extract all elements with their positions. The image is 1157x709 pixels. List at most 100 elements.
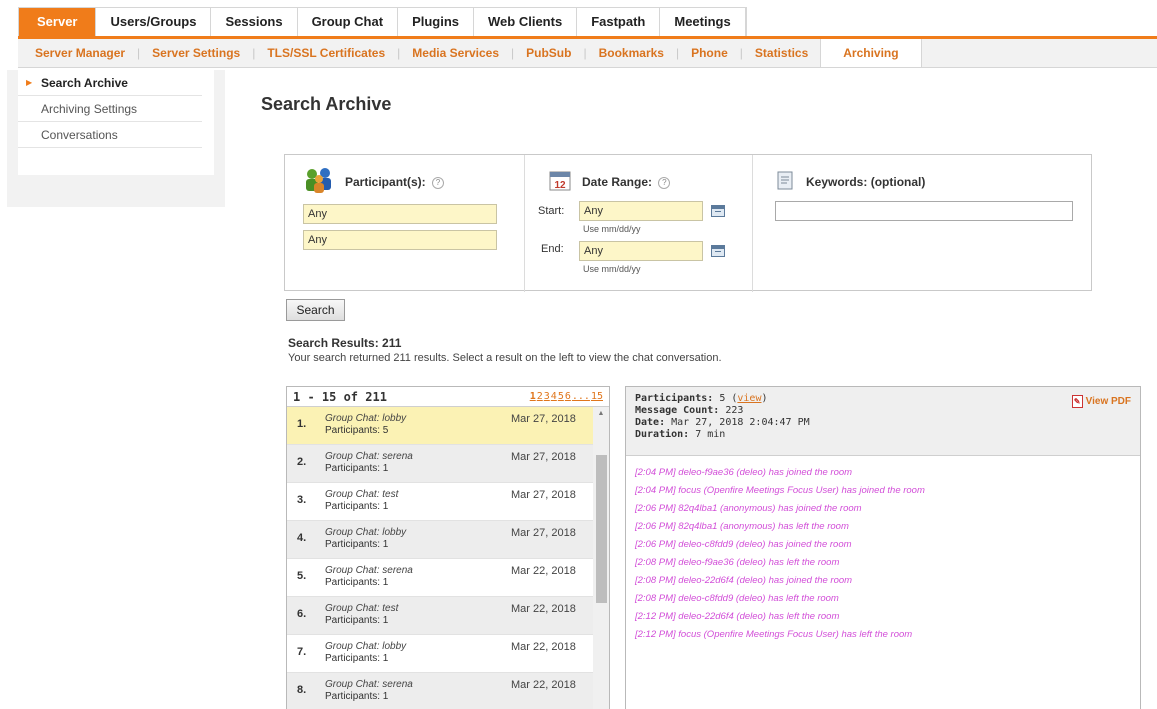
row-date: Mar 27, 2018	[511, 527, 576, 539]
chat-message: [2:08 PM] deleo-f9ae36 (deleo) has left …	[635, 557, 840, 568]
result-row[interactable]: 8. Group Chat: serena Participants: 1 Ma…	[287, 673, 593, 709]
sidebar-item-search-archive[interactable]: ▶ Search Archive	[18, 70, 202, 96]
row-number: 2.	[297, 456, 307, 468]
view-pdf-label: View PDF	[1085, 396, 1131, 408]
participant-input-2[interactable]	[303, 230, 497, 250]
sub-nav: Server Manager | Server Settings | TLS/S…	[18, 36, 1157, 68]
scrollbar-thumb[interactable]	[596, 455, 607, 603]
participants-summary-label: Participants:	[635, 393, 714, 404]
pdf-icon: ✎	[1071, 395, 1083, 408]
tab-users-groups[interactable]: Users/Groups	[96, 8, 212, 36]
chat-message: [2:04 PM] deleo-f9ae36 (deleo) has joine…	[635, 467, 853, 478]
subtab-media-services[interactable]: Media Services	[400, 46, 511, 60]
row-date: Mar 27, 2018	[511, 451, 576, 463]
result-row[interactable]: 6. Group Chat: test Participants: 1 Mar …	[287, 597, 593, 635]
tab-sessions[interactable]: Sessions	[211, 8, 298, 36]
row-number: 8.	[297, 684, 307, 696]
view-pdf-link[interactable]: ✎ View PDF	[1071, 395, 1131, 408]
date-range-section: 12 Date Range: ? Start: Use mm/dd/yy End…	[525, 155, 753, 292]
page-link-1[interactable]: 1	[530, 391, 536, 402]
chat-message: [2:08 PM] deleo-c8fdd9 (deleo) has left …	[635, 593, 839, 604]
page-link-2[interactable]: 2	[537, 391, 543, 402]
tab-meetings[interactable]: Meetings	[660, 8, 746, 36]
row-participants: Participants: 1	[325, 463, 389, 474]
participants-line: Participants: 5 (view)	[635, 393, 768, 404]
sidebar-item-archiving-settings[interactable]: Archiving Settings	[18, 96, 202, 122]
row-number: 3.	[297, 494, 307, 506]
keywords-input[interactable]	[775, 201, 1073, 221]
subtab-server-manager[interactable]: Server Manager	[23, 46, 137, 60]
scroll-up-icon[interactable]: ▲	[593, 407, 609, 421]
page-title: Search Archive	[261, 94, 392, 114]
keywords-section: Keywords: (optional)	[753, 155, 1091, 292]
row-number: 4.	[297, 532, 307, 544]
result-row[interactable]: 7. Group Chat: lobby Participants: 1 Mar…	[287, 635, 593, 673]
row-room: Group Chat: lobby	[325, 413, 407, 424]
message-log: [2:04 PM] deleo-f9ae36 (deleo) has joine…	[626, 456, 1140, 652]
subtab-pubsub[interactable]: PubSub	[514, 46, 583, 60]
subtab-archiving[interactable]: Archiving	[820, 39, 922, 67]
row-number: 6.	[297, 608, 307, 620]
end-date-input[interactable]	[579, 241, 703, 261]
date-range-label-wrap: Date Range: ?	[582, 175, 671, 189]
chat-message: [2:12 PM] deleo-22d6f4 (deleo) has left …	[635, 611, 840, 622]
message-count-value: 223	[725, 405, 744, 416]
end-date-hint: Use mm/dd/yy	[583, 264, 641, 274]
results-title: Search Results: 211	[288, 336, 402, 350]
row-date: Mar 27, 2018	[511, 413, 576, 425]
search-button[interactable]: Search	[286, 299, 345, 321]
page-link-last[interactable]: 15	[591, 391, 603, 402]
subtab-tls-ssl-certificates[interactable]: TLS/SSL Certificates	[255, 46, 397, 60]
date-label: Date:	[635, 417, 666, 428]
view-participants-link[interactable]: view	[737, 393, 761, 404]
subtab-bookmarks[interactable]: Bookmarks	[587, 46, 676, 60]
top-nav: Server Users/Groups Sessions Group Chat …	[18, 7, 747, 36]
row-room: Group Chat: serena	[325, 451, 413, 462]
result-row[interactable]: 2. Group Chat: serena Participants: 1 Ma…	[287, 445, 593, 483]
row-participants: Participants: 1	[325, 653, 389, 664]
tab-plugins[interactable]: Plugins	[398, 8, 475, 36]
row-date: Mar 22, 2018	[511, 565, 576, 577]
page-link-4[interactable]: 4	[551, 391, 557, 402]
row-participants: Participants: 1	[325, 691, 389, 702]
result-row[interactable]: 5. Group Chat: serena Participants: 1 Ma…	[287, 559, 593, 597]
start-date-input[interactable]	[579, 201, 703, 221]
row-room: Group Chat: serena	[325, 679, 413, 690]
sidebar: ▶ Search Archive Archiving Settings Conv…	[7, 70, 225, 207]
end-calendar-icon[interactable]	[711, 245, 725, 257]
subtab-phone[interactable]: Phone	[679, 46, 740, 60]
row-number: 7.	[297, 646, 307, 658]
results-scrollbar[interactable]: ▲	[593, 407, 609, 709]
sidebar-item-label: Conversations	[41, 128, 118, 142]
row-participants: Participants: 1	[325, 539, 389, 550]
participants-label-wrap: Participant(s): ?	[345, 175, 445, 189]
page-ellipsis: ...	[571, 391, 590, 402]
start-calendar-icon[interactable]	[711, 205, 725, 217]
help-icon[interactable]: ?	[432, 176, 445, 189]
chat-message: [2:04 PM] focus (Openfire Meetings Focus…	[635, 485, 925, 496]
duration-value: 7 min	[695, 429, 726, 440]
row-date: Mar 27, 2018	[511, 489, 576, 501]
page-link-5[interactable]: 5	[558, 391, 564, 402]
tab-group-chat[interactable]: Group Chat	[298, 8, 399, 36]
tab-server[interactable]: Server	[19, 8, 97, 36]
result-row[interactable]: 3. Group Chat: test Participants: 1 Mar …	[287, 483, 593, 521]
row-number: 5.	[297, 570, 307, 582]
subtab-server-settings[interactable]: Server Settings	[140, 46, 252, 60]
start-date-hint: Use mm/dd/yy	[583, 224, 641, 234]
subtab-statistics[interactable]: Statistics	[743, 46, 820, 60]
page-link-6[interactable]: 6	[565, 391, 571, 402]
participants-label: Participant(s):	[345, 175, 426, 189]
tab-fastpath[interactable]: Fastpath	[577, 8, 661, 36]
result-row[interactable]: 1. Group Chat: lobby Participants: 5 Mar…	[287, 407, 593, 445]
search-form: Participant(s): ? 12 Date Range: ? Start…	[284, 154, 1092, 292]
result-row[interactable]: 4. Group Chat: lobby Participants: 1 Mar…	[287, 521, 593, 559]
page-link-3[interactable]: 3	[544, 391, 550, 402]
start-label: Start:	[538, 205, 565, 217]
sidebar-item-conversations[interactable]: Conversations	[18, 122, 202, 148]
row-number: 1.	[297, 418, 307, 430]
tab-web-clients[interactable]: Web Clients	[474, 8, 578, 36]
date-range-label: Date Range:	[582, 175, 653, 189]
help-icon[interactable]: ?	[658, 176, 671, 189]
participant-input-1[interactable]	[303, 204, 497, 224]
